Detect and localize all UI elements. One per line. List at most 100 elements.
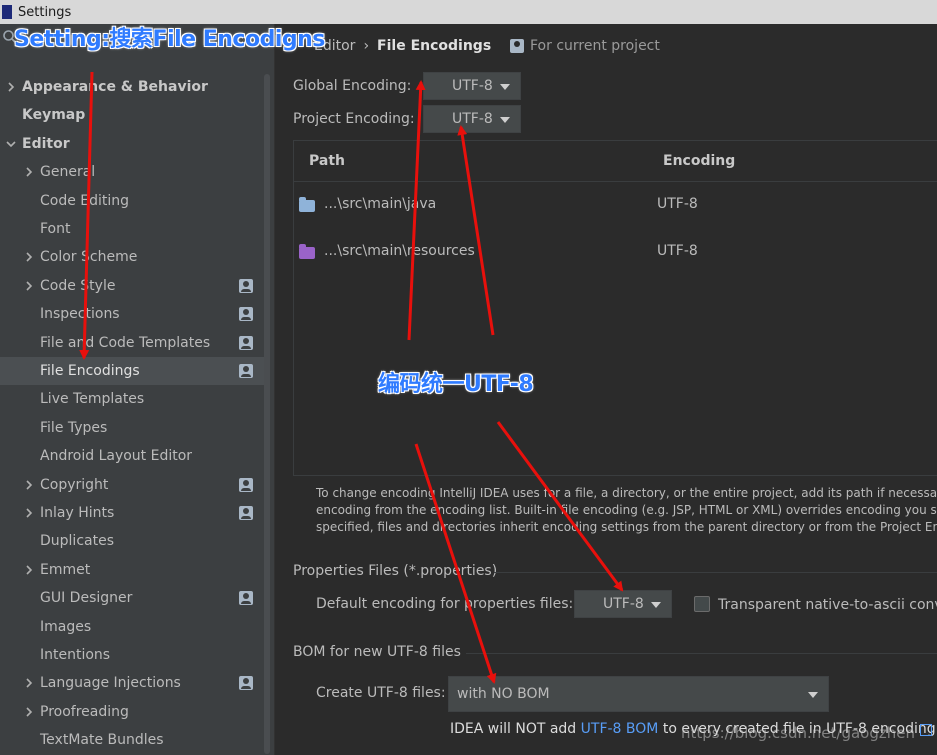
column-header-encoding[interactable]: Encoding xyxy=(663,153,735,169)
sidebar-item-live-templates[interactable]: Live Templates xyxy=(0,385,265,413)
window-title: Settings xyxy=(18,4,72,20)
sidebar-item-label: Inspections xyxy=(40,306,120,323)
sidebar-item-language-injections[interactable]: Language Injections xyxy=(0,669,265,697)
sidebar-item-textmate-bundles[interactable]: TextMate Bundles xyxy=(0,726,265,754)
chevron-right-icon[interactable] xyxy=(22,705,36,719)
global-encoding-label: Global Encoding: xyxy=(293,78,412,94)
chevron-right-icon[interactable] xyxy=(22,506,36,520)
table-header: Path Encoding xyxy=(294,141,937,182)
chevron-right-icon[interactable] xyxy=(22,250,36,264)
sidebar-item-label: GUI Designer xyxy=(40,590,133,607)
bom-select[interactable]: with NO BOM xyxy=(448,676,829,712)
properties-section-title: Properties Files (*.properties) xyxy=(293,563,498,579)
sidebar-item-label: Images xyxy=(40,618,92,635)
sidebar-item-appearance-behavior[interactable]: Appearance & Behavior xyxy=(0,73,265,101)
project-scope-icon xyxy=(239,676,253,691)
sidebar-item-file-encodings[interactable]: File Encodings xyxy=(0,357,265,385)
chevron-right-icon[interactable] xyxy=(22,279,36,293)
sidebar-item-label: File and Code Templates xyxy=(40,334,211,351)
chevron-down-icon[interactable] xyxy=(4,137,18,151)
sidebar-item-label: Copyright xyxy=(40,476,109,493)
sidebar-scrollbar[interactable] xyxy=(264,74,270,754)
project-scope-icon xyxy=(239,477,253,492)
chevron-down-icon xyxy=(500,117,510,123)
sidebar-item-font[interactable]: Font xyxy=(0,215,265,243)
chevron-right-icon[interactable] xyxy=(22,165,36,179)
global-encoding-select[interactable]: UTF-8 xyxy=(423,72,521,100)
sidebar-item-inspections[interactable]: Inspections xyxy=(0,300,265,328)
sidebar-item-intentions[interactable]: Intentions xyxy=(0,641,265,669)
sidebar-item-label: Emmet xyxy=(40,561,91,578)
project-scope-icon xyxy=(510,39,524,53)
bom-section-title: BOM for new UTF-8 files xyxy=(293,644,461,660)
project-scope-icon xyxy=(239,278,253,293)
section-divider xyxy=(494,572,937,573)
project-encoding-select[interactable]: UTF-8 xyxy=(423,105,521,133)
annotation-title: Setting:搜索File Encodigns xyxy=(14,27,325,52)
chevron-right-icon[interactable] xyxy=(22,563,36,577)
sidebar-item-label: General xyxy=(40,164,96,181)
column-header-path[interactable]: Path xyxy=(309,153,345,169)
sidebar-item-copyright[interactable]: Copyright xyxy=(0,471,265,499)
sidebar-item-label: Color Scheme xyxy=(40,249,138,266)
for-current-project: For current project xyxy=(510,38,660,54)
sidebar-item-label: Inlay Hints xyxy=(40,505,115,521)
project-scope-icon xyxy=(239,506,253,520)
sidebar-item-duplicates[interactable]: Duplicates xyxy=(0,527,265,555)
sidebar-item-emmet[interactable]: Emmet xyxy=(0,556,265,584)
row-path: ...\src\main\resources xyxy=(324,243,475,259)
sidebar-item-label: Intentions xyxy=(40,647,111,663)
chevron-right-icon[interactable] xyxy=(22,478,36,492)
sidebar-item-label: Language Injections xyxy=(40,675,181,692)
row-path: ...\src\main\java xyxy=(324,196,437,212)
sidebar-item-label: Live Templates xyxy=(40,391,145,408)
chevron-right-icon[interactable] xyxy=(4,80,18,94)
path-encoding-table[interactable]: Path Encoding ...\src\main\java UTF-8 ..… xyxy=(293,140,937,476)
sidebar-item-general[interactable]: General xyxy=(0,158,265,186)
sidebar-item-color-scheme[interactable]: Color Scheme xyxy=(0,243,265,271)
sidebar-item-label: File Types xyxy=(40,419,108,436)
properties-encoding-label: Default encoding for properties files: xyxy=(316,596,574,612)
global-encoding-value: UTF-8 xyxy=(452,78,493,94)
external-link-icon[interactable] xyxy=(920,724,932,736)
sidebar-item-file-and-code-templates[interactable]: File and Code Templates xyxy=(0,329,265,357)
native-to-ascii-checkbox[interactable] xyxy=(694,596,710,612)
sidebar-item-editor[interactable]: Editor xyxy=(0,130,265,158)
table-row[interactable]: ...\src\main\resources UTF-8 xyxy=(294,236,937,266)
for-project-label: For current project xyxy=(530,38,660,54)
help-line: encoding from the encoding list. Built-i… xyxy=(316,503,937,517)
project-scope-icon xyxy=(239,335,253,350)
sidebar-item-keymap[interactable]: Keymap xyxy=(0,101,265,129)
sidebar-item-gui-designer[interactable]: GUI Designer xyxy=(0,584,265,612)
encoding-help-text: To change encoding IntelliJ IDEA uses fo… xyxy=(316,485,937,536)
sidebar-item-label: File Encodings xyxy=(40,363,140,379)
properties-encoding-select[interactable]: UTF-8 xyxy=(574,590,672,618)
sidebar-item-file-types[interactable]: File Types xyxy=(0,414,265,442)
sidebar-item-proofreading[interactable]: Proofreading xyxy=(0,698,265,726)
properties-encoding-value: UTF-8 xyxy=(603,596,644,612)
sidebar-item-images[interactable]: Images xyxy=(0,613,265,641)
chevron-down-icon xyxy=(808,692,818,698)
utf8-bom-link[interactable]: UTF-8 BOM xyxy=(581,721,659,737)
sidebar-item-code-editing[interactable]: Code Editing xyxy=(0,187,265,215)
breadcrumb-separator-icon: › xyxy=(363,38,370,54)
row-encoding: UTF-8 xyxy=(657,243,698,259)
sidebar-item-code-style[interactable]: Code Style xyxy=(0,272,265,300)
project-scope-icon xyxy=(239,591,253,606)
native-to-ascii-label[interactable]: Transparent native-to-ascii conve xyxy=(718,597,937,613)
resources-folder-icon xyxy=(299,244,315,259)
sidebar-item-android-layout-editor[interactable]: Android Layout Editor xyxy=(0,442,265,470)
sidebar-item-inlay-hints[interactable]: Inlay Hints xyxy=(0,499,265,527)
chevron-down-icon xyxy=(651,602,661,608)
chevron-right-icon[interactable] xyxy=(22,676,36,690)
table-row[interactable]: ...\src\main\java UTF-8 xyxy=(294,189,937,219)
